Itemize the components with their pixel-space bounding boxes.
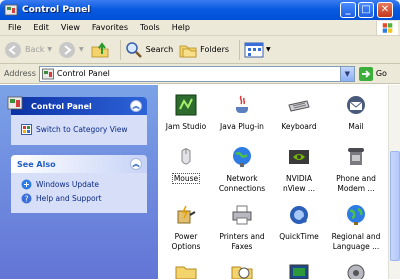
icon-view: Jam Studio Java Plug-in Keyboard Mail Mo… xyxy=(158,85,388,279)
mail-icon xyxy=(347,96,365,114)
chevron-down-icon: ▼ xyxy=(266,46,271,53)
menu-favorites[interactable]: Favorites xyxy=(92,23,128,32)
folders-button[interactable]: Folders xyxy=(179,39,229,61)
toolbar-separator xyxy=(119,39,121,60)
task-pane: Control Panel ︽ Switch to Category View … xyxy=(0,85,158,279)
address-dropdown[interactable]: ▼ xyxy=(339,66,354,81)
go-button[interactable]: Go xyxy=(358,66,387,81)
collapse-icon[interactable]: ︽ xyxy=(130,158,142,170)
menu-file[interactable]: File xyxy=(8,23,21,32)
switch-category-view-link[interactable]: Switch to Category View xyxy=(11,122,147,136)
chevron-down-icon: ▼ xyxy=(79,46,84,53)
toolbar-separator xyxy=(239,39,241,60)
back-arrow-icon xyxy=(5,41,21,58)
item-printers-faxes[interactable]: Printers and Faxes xyxy=(214,203,270,252)
control-panel-section: Control Panel ︽ Switch to Category View xyxy=(7,96,147,145)
svg-text:?: ? xyxy=(24,194,28,203)
item-mouse[interactable]: Mouse xyxy=(158,145,214,184)
windows-update-icon xyxy=(21,179,32,189)
sounds-icon xyxy=(347,264,365,279)
item-mail[interactable]: Mail xyxy=(328,93,384,132)
nvidia-icon xyxy=(289,150,309,164)
search-icon xyxy=(125,41,142,58)
section-title: Control Panel xyxy=(31,101,92,111)
item-java-plugin[interactable]: Java Plug-in xyxy=(214,93,270,132)
item-nvidia-nview[interactable]: NVIDIA nView ... xyxy=(271,145,327,194)
vertical-scrollbar[interactable] xyxy=(388,85,400,279)
quicktime-icon xyxy=(290,206,308,224)
item-phone-modem[interactable]: Phone and Modem ... xyxy=(328,145,384,194)
globe-icon xyxy=(347,205,365,225)
jam-studio-icon xyxy=(175,94,197,116)
control-panel-icon xyxy=(41,68,54,79)
forward-button[interactable]: ▼ xyxy=(58,39,84,61)
item-keyboard[interactable]: Keyboard xyxy=(271,93,327,132)
views-button[interactable]: ▼ xyxy=(244,39,271,61)
keyboard-icon xyxy=(288,100,310,112)
section-title: See Also xyxy=(17,159,56,169)
scheduled-tasks-icon xyxy=(231,266,253,279)
close-button[interactable]: ✕ xyxy=(377,2,393,18)
menu-tools[interactable]: Tools xyxy=(140,23,160,32)
scrollbar-thumb[interactable] xyxy=(390,151,400,261)
back-button[interactable]: Back ▼ xyxy=(4,39,52,61)
maximize-button[interactable]: □ xyxy=(358,2,374,18)
control-panel-icon xyxy=(4,4,18,16)
item-network-connections[interactable]: Network Connections xyxy=(214,145,270,194)
window-title: Control Panel xyxy=(22,5,91,15)
power-icon xyxy=(177,205,196,224)
section-header[interactable]: Control Panel ︽ xyxy=(7,96,147,115)
windows-update-link[interactable]: Windows Update xyxy=(11,177,147,191)
collapse-icon[interactable]: ︽ xyxy=(130,100,142,112)
java-icon xyxy=(236,95,248,113)
views-icon xyxy=(244,42,264,57)
go-arrow-icon xyxy=(358,66,373,81)
address-label: Address xyxy=(4,69,36,78)
address-bar: Address Control Panel ▼ Go xyxy=(0,64,400,84)
title-bar: Control Panel _ □ ✕ xyxy=(0,0,400,20)
address-value: Control Panel xyxy=(56,69,110,78)
up-folder-button[interactable] xyxy=(90,39,110,61)
windows-logo-icon xyxy=(376,21,398,35)
menu-help[interactable]: Help xyxy=(172,23,190,32)
chevron-down-icon: ▼ xyxy=(47,46,53,53)
item-jam-studio[interactable]: Jam Studio xyxy=(158,93,214,132)
up-folder-icon xyxy=(91,41,109,57)
menu-view[interactable]: View xyxy=(61,23,80,32)
item-regional-language[interactable]: Regional and Language ... xyxy=(328,203,384,252)
printer-icon xyxy=(232,205,252,225)
toolbar: Back ▼ ▼ Search Folders ▼ xyxy=(0,36,400,64)
help-support-link[interactable]: ? Help and Support xyxy=(11,191,147,205)
forward-arrow-icon xyxy=(59,41,76,58)
display-icon xyxy=(289,264,309,279)
minimize-button[interactable]: _ xyxy=(340,2,356,18)
mouse-icon xyxy=(181,148,191,165)
address-field[interactable]: Control Panel ▼ xyxy=(38,65,355,82)
folder-icon xyxy=(175,266,197,279)
control-panel-icon xyxy=(7,96,23,110)
category-view-icon xyxy=(21,123,32,135)
chevron-down-icon: ▼ xyxy=(344,69,351,78)
see-also-section: See Also ︽ Windows Update ? Help and Sup… xyxy=(11,155,147,213)
item-power-options[interactable]: Power Options xyxy=(158,203,214,252)
phone-icon xyxy=(348,148,364,165)
item-quicktime[interactable]: QuickTime xyxy=(271,203,327,242)
section-header[interactable]: See Also ︽ xyxy=(11,155,147,173)
folders-icon xyxy=(179,45,197,57)
network-icon xyxy=(233,147,251,167)
search-button[interactable]: Search xyxy=(125,39,173,61)
help-icon: ? xyxy=(21,193,32,203)
menu-edit[interactable]: Edit xyxy=(33,23,49,32)
menu-bar: File Edit View Favorites Tools Help xyxy=(0,20,400,36)
